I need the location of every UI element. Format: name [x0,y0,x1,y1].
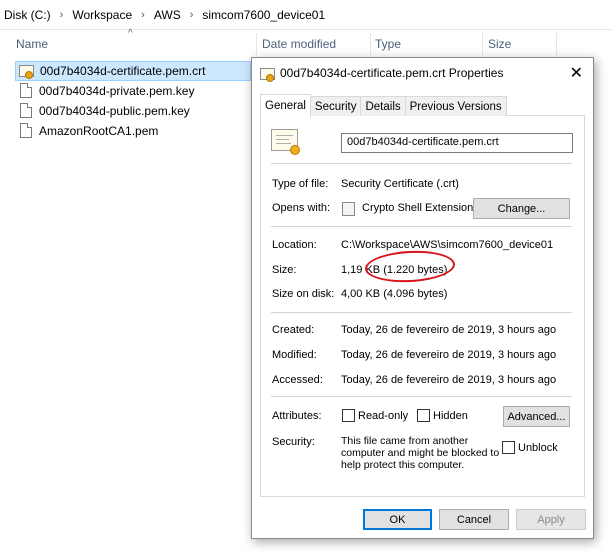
security-label: Security: [272,436,315,448]
hidden-label[interactable]: Hidden [433,410,468,422]
accessed-label: Accessed: [272,374,323,386]
size-on-disk-value: 4,00 KB (4.096 bytes) [341,288,448,300]
attributes-label: Attributes: [272,410,322,422]
tab-security[interactable]: Security [309,96,362,116]
modified-label: Modified: [272,349,317,361]
properties-dialog: 00d7b4034d-certificate.pem.crt Propertie… [251,57,594,539]
file-row[interactable]: AmazonRootCA1.pem [15,121,251,141]
size-label: Size: [272,264,297,276]
created-label: Created: [272,324,315,336]
created-value: Today, 26 de fevereiro de 2019, 3 hours … [341,324,557,336]
certificate-icon [271,129,300,155]
location-value: C:\Workspace\AWS\simcom7600_device01 [341,239,554,251]
crypto-shell-icon [342,202,355,216]
document-icon [18,83,34,99]
accessed-value: Today, 26 de fevereiro de 2019, 3 hours … [341,374,557,386]
document-icon [18,103,34,119]
security-message: This file came from another computer and… [341,435,500,471]
ok-button[interactable]: OK [363,509,432,530]
file-name: 00d7b4034d-private.pem.key [39,84,195,98]
column-header-name[interactable]: Name [16,31,256,57]
breadcrumb: Disk (C:) › Workspace › AWS › simcom7600… [0,0,611,30]
unblock-label[interactable]: Unblock [518,442,558,454]
opens-with-value: Crypto Shell Extensions [362,202,479,214]
file-name: AmazonRootCA1.pem [39,124,159,138]
apply-button[interactable]: Apply [516,509,586,530]
size-on-disk-label: Size on disk: [272,288,335,300]
change-button[interactable]: Change... [473,198,570,219]
breadcrumb-item-disk[interactable]: Disk (C:) [4,8,51,22]
chevron-right-icon: › [59,8,64,21]
hidden-checkbox[interactable] [417,409,430,422]
tab-previous-versions[interactable]: Previous Versions [404,96,507,116]
close-icon[interactable]: ✕ [570,63,583,83]
file-row[interactable]: 00d7b4034d-certificate.pem.crt [15,61,251,81]
unblock-checkbox[interactable] [502,441,515,454]
opens-with-label: Opens with: [272,202,331,214]
modified-value: Today, 26 de fevereiro de 2019, 3 hours … [341,349,557,361]
breadcrumb-item-workspace[interactable]: Workspace [72,8,132,22]
type-label: Type of file: [272,178,329,190]
file-row[interactable]: 00d7b4034d-public.pem.key [15,101,251,121]
document-icon [18,123,34,139]
chevron-right-icon: › [141,8,145,21]
file-name: 00d7b4034d-certificate.pem.crt [40,64,206,78]
file-name-field[interactable]: 00d7b4034d-certificate.pem.crt [341,133,573,153]
column-header-type[interactable]: Type [375,31,480,57]
location-label: Location: [272,239,317,251]
readonly-label[interactable]: Read-only [358,410,408,422]
column-header-size[interactable]: Size [488,31,548,57]
certificate-icon [19,63,35,79]
advanced-button[interactable]: Advanced... [503,406,570,427]
type-value: Security Certificate (.crt) [341,178,459,190]
file-row[interactable]: 00d7b4034d-private.pem.key [15,81,251,101]
readonly-checkbox[interactable] [342,409,355,422]
certificate-icon [260,66,275,82]
breadcrumb-item-aws[interactable]: AWS [154,8,181,22]
column-header-date-modified[interactable]: Date modified [262,31,367,57]
tab-general[interactable]: General [260,94,311,117]
dialog-title: 00d7b4034d-certificate.pem.crt Propertie… [280,66,504,80]
tab-strip: General Security Details Previous Versio… [260,94,507,117]
tab-details[interactable]: Details [360,96,406,116]
breadcrumb-item-device[interactable]: simcom7600_device01 [202,8,325,22]
file-name: 00d7b4034d-public.pem.key [39,104,190,118]
dialog-titlebar[interactable]: 00d7b4034d-certificate.pem.crt Propertie… [252,58,593,88]
chevron-right-icon: › [189,8,194,21]
cancel-button[interactable]: Cancel [439,509,509,530]
